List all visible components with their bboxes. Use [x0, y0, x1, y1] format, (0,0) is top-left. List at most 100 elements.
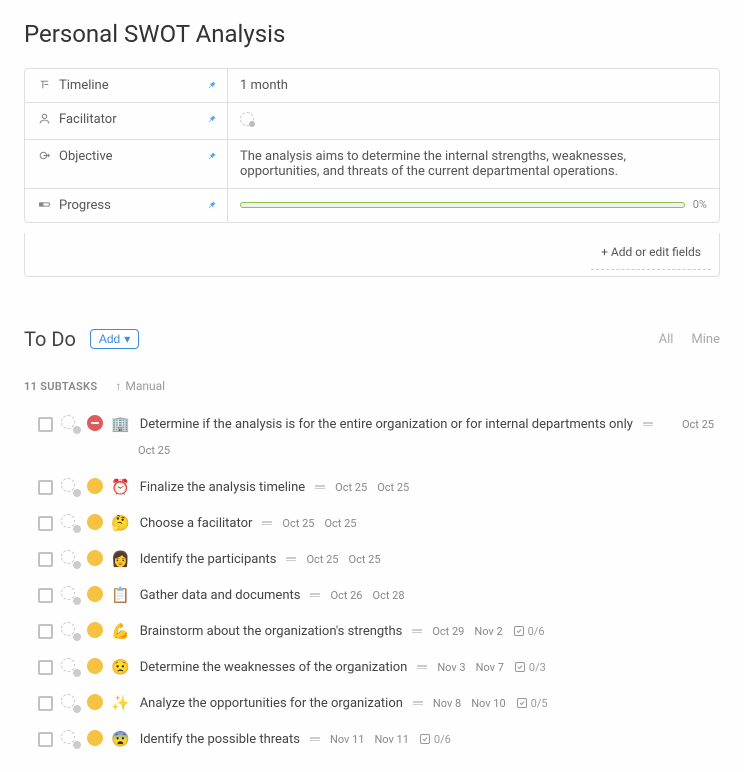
date-chip[interactable]: Oct 25	[324, 517, 356, 530]
sort-label: Manual	[125, 379, 165, 393]
task-title[interactable]: Identify the possible threats	[140, 732, 300, 747]
task-row[interactable]: 👩Identify the participantsOct 25Oct 25	[38, 546, 720, 572]
task-body: 😨 Identify the possible threats Nov 11 Nov …	[111, 730, 720, 748]
task-row[interactable]: ⏰Finalize the analysis timelineOct 25Oct…	[38, 474, 720, 500]
date-chip[interactable]: Oct 26	[330, 589, 362, 602]
task-checkbox[interactable]	[38, 588, 53, 603]
task-checkbox[interactable]	[38, 552, 53, 567]
assignee-empty-icon[interactable]	[61, 586, 79, 604]
date-chip[interactable]: Nov 7	[476, 661, 504, 674]
task-title[interactable]: Gather data and documents	[140, 588, 301, 603]
date-chip[interactable]: Nov 11	[330, 733, 364, 746]
task-row[interactable]: 📋 Gather data and documents Oct 26 Oct 28	[38, 582, 720, 608]
task-body: 🤔Choose a facilitatorOct 25Oct 25	[111, 514, 720, 532]
assignee-empty-icon[interactable]	[61, 694, 79, 712]
task-row[interactable]: 💪Brainstorm about the organization's str…	[38, 618, 720, 644]
date-chip[interactable]: Nov 3	[437, 661, 465, 674]
task-row[interactable]: 😨 Identify the possible threats Nov 11 Nov …	[38, 726, 720, 752]
task-body: 😟Determine the weaknesses of the organiz…	[111, 658, 720, 676]
assignee-empty-icon[interactable]	[61, 730, 79, 748]
task-row[interactable]: 🏢Determine if the analysis is for the en…	[38, 411, 720, 437]
pin-icon[interactable]	[207, 150, 217, 164]
task-emoji: 😨	[111, 730, 130, 748]
priority-low-icon[interactable]	[87, 694, 103, 710]
task-title[interactable]: Finalize the analysis timeline	[140, 480, 305, 495]
assignee-empty-icon[interactable]	[61, 550, 79, 568]
field-row-objective[interactable]: Objective The analysis aims to determine…	[25, 140, 719, 189]
task-title[interactable]: Analyze the opportunities for the organi…	[140, 696, 403, 711]
date-chip[interactable]: Oct 25	[282, 517, 314, 530]
assignee-empty-icon[interactable]	[61, 658, 79, 676]
filter-mine[interactable]: Mine	[691, 332, 720, 347]
pin-icon[interactable]	[207, 79, 217, 93]
priority-low-icon[interactable]	[87, 658, 103, 674]
task-checkbox[interactable]	[38, 732, 53, 747]
add-edit-fields-link[interactable]: + Add or edit fields	[591, 239, 711, 270]
date-chip[interactable]: Oct 25	[335, 481, 367, 494]
description-icon	[286, 557, 296, 561]
priority-low-icon[interactable]	[87, 550, 103, 566]
field-value-facilitator[interactable]	[228, 103, 719, 139]
field-value-objective[interactable]: The analysis aims to determine the inter…	[228, 140, 719, 188]
date-chip[interactable]: Oct 29	[432, 625, 464, 638]
task-title[interactable]: Identify the participants	[140, 552, 277, 567]
checklist-chip[interactable]: 0/3	[514, 661, 546, 674]
date-chip[interactable]: Nov 2	[474, 625, 502, 638]
priority-low-icon[interactable]	[87, 586, 103, 602]
checklist-chip[interactable]: 0/5	[516, 697, 548, 710]
task-row[interactable]: ✨Analyze the opportunities for the organ…	[38, 690, 720, 716]
task-checkbox[interactable]	[38, 696, 53, 711]
date-chip[interactable]: Oct 25	[377, 481, 409, 494]
checklist-chip[interactable]: 0/6	[419, 733, 451, 746]
task-checkbox[interactable]	[38, 660, 53, 675]
priority-low-icon[interactable]	[87, 730, 103, 746]
description-icon	[262, 521, 272, 525]
subtask-meta: 11 SUBTASKS ↑ Manual	[24, 379, 720, 393]
add-button[interactable]: Add ▾	[90, 329, 139, 349]
date-chip[interactable]: Nov 10	[471, 697, 505, 710]
checklist-chip[interactable]: 0/6	[513, 625, 545, 638]
task-body: ⏰Finalize the analysis timelineOct 25Oct…	[111, 478, 720, 496]
field-value-timeline[interactable]: 1 month	[228, 69, 719, 102]
task-row[interactable]: 🤔Choose a facilitatorOct 25Oct 25	[38, 510, 720, 536]
task-checkbox[interactable]	[38, 417, 53, 432]
priority-low-icon[interactable]	[87, 622, 103, 638]
sort-manual[interactable]: ↑ Manual	[115, 379, 165, 393]
assignee-empty-icon[interactable]	[61, 514, 79, 532]
field-row-facilitator[interactable]: Facilitator	[25, 103, 719, 140]
pin-icon[interactable]	[207, 113, 217, 127]
filter-all[interactable]: All	[659, 332, 674, 347]
task-checkbox[interactable]	[38, 624, 53, 639]
date-chip[interactable]: Oct 25	[306, 553, 338, 566]
task-body: 📋 Gather data and documents Oct 26 Oct 28	[111, 586, 720, 604]
priority-high-icon[interactable]	[87, 415, 103, 431]
field-value-progress[interactable]: 0%	[228, 189, 719, 222]
task-title[interactable]: Determine the weaknesses of the organiza…	[140, 660, 408, 675]
priority-low-icon[interactable]	[87, 478, 103, 494]
priority-low-icon[interactable]	[87, 514, 103, 530]
task-title[interactable]: Choose a facilitator	[140, 516, 253, 531]
task-title[interactable]: Determine if the analysis is for the ent…	[140, 417, 633, 432]
task-emoji: 📋	[111, 586, 130, 604]
date-chip[interactable]: Nov 11	[374, 733, 408, 746]
task-title[interactable]: Brainstorm about the organization's stre…	[140, 624, 403, 639]
field-label-progress: Progress	[25, 189, 228, 222]
field-row-progress[interactable]: Progress 0%	[25, 189, 719, 222]
assignee-empty-icon[interactable]	[61, 478, 79, 496]
task-checkbox[interactable]	[38, 516, 53, 531]
date-chip[interactable]: Oct 28	[373, 589, 405, 602]
pin-icon[interactable]	[207, 199, 217, 213]
empty-assignee-icon[interactable]	[240, 112, 254, 126]
date-right[interactable]: Oct 25	[682, 418, 720, 431]
date-chip[interactable]: Oct 25	[349, 553, 381, 566]
add-fields-row: + Add or edit fields	[24, 233, 720, 277]
field-row-timeline[interactable]: Timeline 1 month	[25, 69, 719, 103]
date-chip[interactable]: Nov 8	[433, 697, 461, 710]
label-text: Timeline	[59, 78, 109, 93]
task-row[interactable]: 😟Determine the weaknesses of the organiz…	[38, 654, 720, 680]
task-checkbox[interactable]	[38, 480, 53, 495]
date-chip[interactable]: Oct 25	[138, 444, 170, 457]
assignee-empty-icon[interactable]	[61, 415, 79, 433]
page-title: Personal SWOT Analysis	[24, 20, 720, 48]
assignee-empty-icon[interactable]	[61, 622, 79, 640]
